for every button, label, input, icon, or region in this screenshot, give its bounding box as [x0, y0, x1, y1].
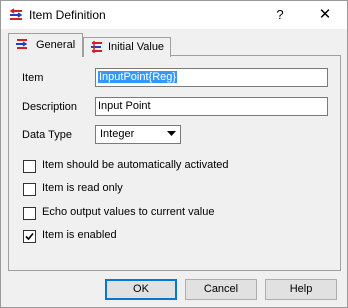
auto-activate-checkbox[interactable] [23, 160, 36, 173]
chevron-down-icon[interactable] [164, 127, 179, 142]
tab-general[interactable]: General [8, 33, 83, 57]
echo-output-checkbox[interactable] [23, 207, 36, 220]
cancel-button[interactable]: Cancel [185, 279, 257, 300]
item-label: Item [22, 72, 44, 84]
data-type-label: Data Type [22, 129, 72, 141]
echo-output-label: Echo output values to current value [42, 206, 215, 218]
general-tab-icon [16, 39, 28, 49]
help-button[interactable]: Help [265, 279, 337, 300]
tab-initial-value[interactable]: Initial Value [83, 37, 171, 57]
item-field-value: InputPoint{Reg} [98, 71, 178, 83]
title-bar[interactable]: Item Definition ? ✕ [1, 1, 347, 29]
read-only-checkbox[interactable] [23, 183, 36, 196]
read-only-label: Item is read only [42, 182, 123, 194]
general-tab-panel: Item InputPoint{Reg} Description Input P… [8, 55, 341, 271]
tab-initial-value-label: Initial Value [108, 41, 165, 53]
item-definition-dialog: Item Definition ? ✕ General Initial Valu… [0, 0, 348, 308]
description-field-value: Input Point [98, 100, 151, 112]
item-definition-icon [9, 8, 23, 20]
description-label: Description [22, 101, 78, 113]
description-field[interactable]: Input Point [95, 97, 328, 116]
item-field[interactable]: InputPoint{Reg} [95, 68, 328, 87]
ok-button[interactable]: OK [105, 279, 177, 300]
auto-activate-label: Item should be automatically activated [42, 159, 229, 171]
close-button[interactable]: ✕ [307, 4, 343, 26]
enabled-checkbox[interactable] [23, 230, 36, 243]
tab-general-label: General [36, 39, 76, 51]
window-title: Item Definition [29, 8, 106, 22]
enabled-label: Item is enabled [42, 229, 117, 241]
data-type-value: Integer [100, 128, 135, 140]
data-type-select[interactable]: Integer [95, 125, 181, 144]
initial-value-tab-icon [91, 41, 102, 53]
context-help-button[interactable]: ? [263, 4, 297, 26]
checkmark-icon [25, 232, 34, 241]
